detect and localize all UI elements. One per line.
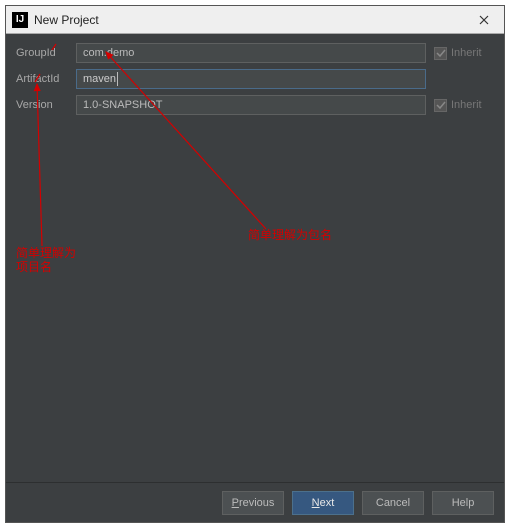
inherit-label: Inherit xyxy=(451,47,482,59)
window-title: New Project xyxy=(34,13,470,27)
app-icon: IJ xyxy=(12,12,28,28)
artifactid-value: maven xyxy=(83,73,116,85)
titlebar: IJ New Project xyxy=(6,6,504,34)
annotation-project-l1: 简单理解为 xyxy=(16,246,76,260)
annotation-project-l2: 项目名 xyxy=(16,260,52,274)
annotation-project: 简单理解为 项目名 xyxy=(16,246,76,274)
next-button[interactable]: Next xyxy=(292,491,354,515)
groupid-row: GroupId com.demo Inherit xyxy=(16,42,494,64)
close-button[interactable] xyxy=(470,6,498,34)
help-button[interactable]: Help xyxy=(432,491,494,515)
previous-button[interactable]: Previous xyxy=(222,491,284,515)
artifactid-label: ArtifactId xyxy=(16,73,76,85)
groupid-inherit[interactable]: Inherit xyxy=(434,47,494,60)
version-label: Version xyxy=(16,99,76,111)
form-area: GroupId com.demo Inherit ArtifactId mave… xyxy=(6,34,504,482)
version-row: Version 1.0-SNAPSHOT Inherit xyxy=(16,94,494,116)
version-input[interactable]: 1.0-SNAPSHOT xyxy=(76,95,426,115)
checkbox-icon xyxy=(434,99,447,112)
groupid-label: GroupId xyxy=(16,47,76,59)
artifactid-row: ArtifactId maven xyxy=(16,68,494,90)
inherit-label: Inherit xyxy=(451,99,482,111)
text-caret xyxy=(117,72,118,86)
cancel-button[interactable]: Cancel xyxy=(362,491,424,515)
annotation-package: 简单理解为包名 xyxy=(248,228,332,242)
dialog-footer: Previous Next Cancel Help xyxy=(6,482,504,522)
new-project-dialog: IJ New Project GroupId com.demo Inherit … xyxy=(5,5,505,523)
close-icon xyxy=(479,15,489,25)
version-inherit[interactable]: Inherit xyxy=(434,99,494,112)
checkbox-icon xyxy=(434,47,447,60)
groupid-input[interactable]: com.demo xyxy=(76,43,426,63)
artifactid-input[interactable]: maven xyxy=(76,69,426,89)
